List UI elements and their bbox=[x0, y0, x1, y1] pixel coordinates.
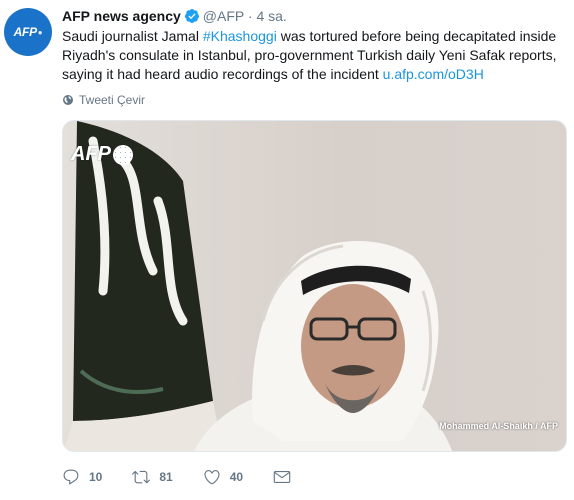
hashtag-link[interactable]: #Khashoggi bbox=[203, 28, 277, 44]
reply-button[interactable]: 10 bbox=[62, 468, 102, 486]
afp-globe-icon bbox=[113, 144, 133, 165]
author-name[interactable]: AFP news agency bbox=[62, 8, 181, 24]
avatar-logo-dots: ● bbox=[37, 27, 43, 37]
reply-icon bbox=[63, 469, 79, 485]
like-count: 40 bbox=[229, 470, 244, 484]
envelope-icon bbox=[273, 471, 291, 483]
author-handle[interactable]: @AFP bbox=[203, 8, 244, 24]
reply-count: 10 bbox=[89, 470, 103, 484]
retweet-button[interactable]: 81 bbox=[132, 468, 173, 486]
tweet-card[interactable]: AFP ● AFP news agency @AFP · 4 sa. Saudi … bbox=[0, 0, 574, 500]
article-link[interactable]: u.afp.com/oD3H bbox=[383, 66, 484, 82]
tweet-text-part1: Saudi journalist Jamal bbox=[62, 28, 203, 44]
tweet-timestamp[interactable]: 4 sa. bbox=[256, 8, 286, 24]
afp-watermark: AFP bbox=[71, 143, 133, 166]
globe-icon bbox=[63, 95, 73, 105]
photo-credit: Mohammed Al-Shaikh / AFP bbox=[439, 421, 558, 431]
tweet-header: AFP news agency @AFP · 4 sa. bbox=[62, 7, 287, 25]
avatar[interactable]: AFP ● bbox=[4, 8, 52, 56]
tweet-text: Saudi journalist Jamal #Khashoggi was to… bbox=[62, 27, 562, 84]
translate-tweet-button[interactable]: Tweeti Çevir bbox=[62, 93, 145, 107]
dm-share-button[interactable] bbox=[273, 468, 300, 486]
photo-illustration bbox=[63, 121, 453, 451]
tweet-photo[interactable]: AFP Mohammed Al-Shaikh / AFP bbox=[62, 120, 567, 452]
heart-icon bbox=[204, 470, 220, 485]
like-button[interactable]: 40 bbox=[203, 468, 243, 486]
header-separator: · bbox=[247, 8, 253, 24]
verified-badge-icon bbox=[184, 9, 199, 23]
avatar-logo-text: AFP bbox=[13, 25, 37, 39]
retweet-count: 81 bbox=[159, 470, 173, 484]
afp-watermark-text: AFP bbox=[71, 143, 111, 165]
translate-label: Tweeti Çevir bbox=[79, 93, 146, 107]
tweet-actions: 10 81 40 bbox=[62, 468, 330, 486]
retweet-icon bbox=[132, 470, 151, 484]
